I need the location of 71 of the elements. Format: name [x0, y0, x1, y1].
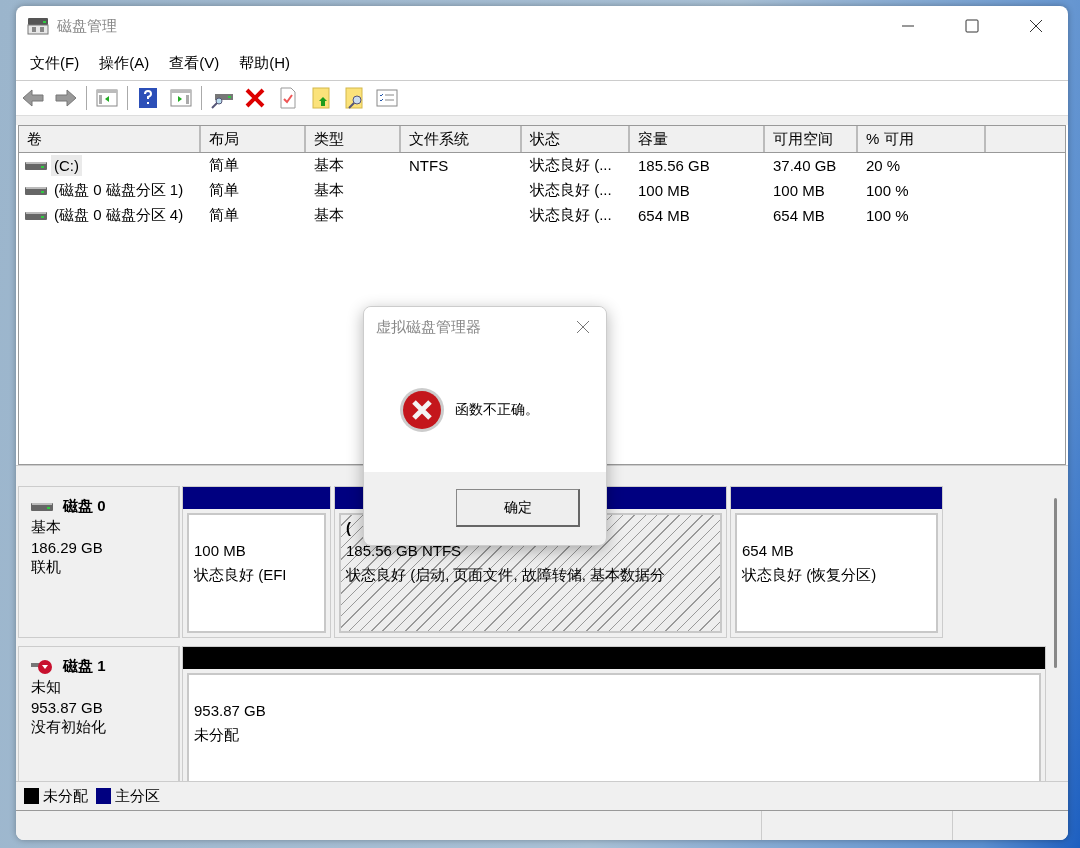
table-cell-text: 100 %: [865, 207, 910, 224]
error-icon: [399, 387, 445, 433]
disk-info: 基本: [31, 518, 62, 537]
drive-icon: [25, 185, 47, 196]
drive-icon: [25, 210, 47, 221]
table-cell-text: 185.56 GB: [637, 157, 711, 174]
disk-label-panel[interactable]: 磁盘 1 未知 953.87 GB 没有初始化: [18, 646, 180, 781]
column-header[interactable]: 容量: [630, 126, 765, 152]
legend-label: 主分区: [115, 786, 160, 806]
partition-size: 654 MB: [742, 541, 795, 561]
column-header[interactable]: 布局: [201, 126, 306, 152]
close-icon: [576, 320, 590, 334]
table-cell-text: NTFS: [408, 157, 450, 174]
table-cell-text: 状态良好 (...: [529, 156, 613, 175]
partition[interactable]: 953.87 GB 未分配: [182, 646, 1046, 781]
table-cell-text: 654 MB: [772, 207, 826, 224]
column-header[interactable]: 卷: [19, 126, 201, 152]
table-cell-text: 基本: [313, 206, 345, 225]
disk-label-panel[interactable]: 磁盘 0 基本 186.29 GB 联机: [18, 486, 180, 638]
disk-info: 未知: [31, 678, 62, 697]
column-header[interactable]: 可用空间: [765, 126, 858, 152]
drive-icon: [25, 160, 47, 171]
table-cell-text: 简单: [208, 206, 240, 225]
close-icon: [1029, 19, 1043, 33]
table-cell-text: 简单: [208, 181, 240, 200]
table-cell[interactable]: (磁盘 0 磁盘分区 4): [51, 204, 187, 227]
column-header[interactable]: % 可用: [858, 126, 986, 152]
error-message: 函数不正确。: [455, 401, 539, 419]
column-header[interactable]: 类型: [306, 126, 401, 152]
disk-name: 磁盘 0: [63, 497, 106, 516]
partition-status: 状态良好 (启动, 页面文件, 故障转储, 基本数据分: [346, 565, 667, 585]
table-cell[interactable]: (C:): [51, 155, 82, 176]
menu-item[interactable]: 帮助(H): [229, 49, 300, 77]
dialog-title: 虚拟磁盘管理器: [376, 317, 481, 337]
window-title: 磁盘管理: [57, 16, 117, 36]
disk-info: 没有初始化: [31, 718, 107, 737]
legend-label: 未分配: [43, 786, 88, 806]
table-cell-text: 654 MB: [637, 207, 691, 224]
partition[interactable]: 654 MB 状态良好 (恢复分区): [730, 486, 943, 638]
table-cell-text: 37.40 GB: [772, 157, 838, 174]
disk-info: 186.29 GB: [31, 539, 104, 556]
partition-status: 未分配: [194, 725, 240, 745]
table-cell-text: 状态良好 (...: [529, 181, 613, 200]
partition[interactable]: 100 MB 状态良好 (EFI: [182, 486, 331, 638]
menu-item[interactable]: 操作(A): [89, 49, 160, 77]
table-cell-text: 状态良好 (...: [529, 206, 613, 225]
disk-info: 联机: [31, 558, 62, 577]
disk-name: 磁盘 1: [63, 657, 106, 676]
scroll-thumb[interactable]: [1054, 498, 1057, 668]
partition-status: 状态良好 (恢复分区): [742, 565, 878, 585]
disk-info: 953.87 GB: [31, 699, 104, 716]
menu-item[interactable]: 文件(F): [20, 49, 90, 77]
menu-item[interactable]: 查看(V): [159, 49, 230, 77]
table-cell-text: 20 %: [865, 157, 902, 174]
partition-size: 100 MB: [194, 541, 247, 561]
ok-button[interactable]: 确定: [456, 489, 580, 527]
table-cell-text: 基本: [313, 181, 345, 200]
partition-title: (: [346, 519, 351, 536]
maximize-icon: [965, 19, 979, 33]
column-header[interactable]: 文件系统: [401, 126, 522, 152]
drive-icon: [27, 16, 49, 36]
partition-status: 状态良好 (EFI: [194, 565, 288, 585]
table-cell-text: 100 MB: [637, 182, 691, 199]
partition-size: 953.87 GB: [194, 701, 267, 721]
table-cell[interactable]: (磁盘 0 磁盘分区 1): [51, 179, 187, 202]
table-cell-text: 100 MB: [772, 182, 826, 199]
table-cell-text: 简单: [208, 156, 240, 175]
partition-size: 185.56 GB NTFS: [346, 541, 463, 561]
table-cell-text: 基本: [313, 156, 345, 175]
table-cell-text: 100 %: [865, 182, 910, 199]
column-header[interactable]: 状态: [522, 126, 630, 152]
